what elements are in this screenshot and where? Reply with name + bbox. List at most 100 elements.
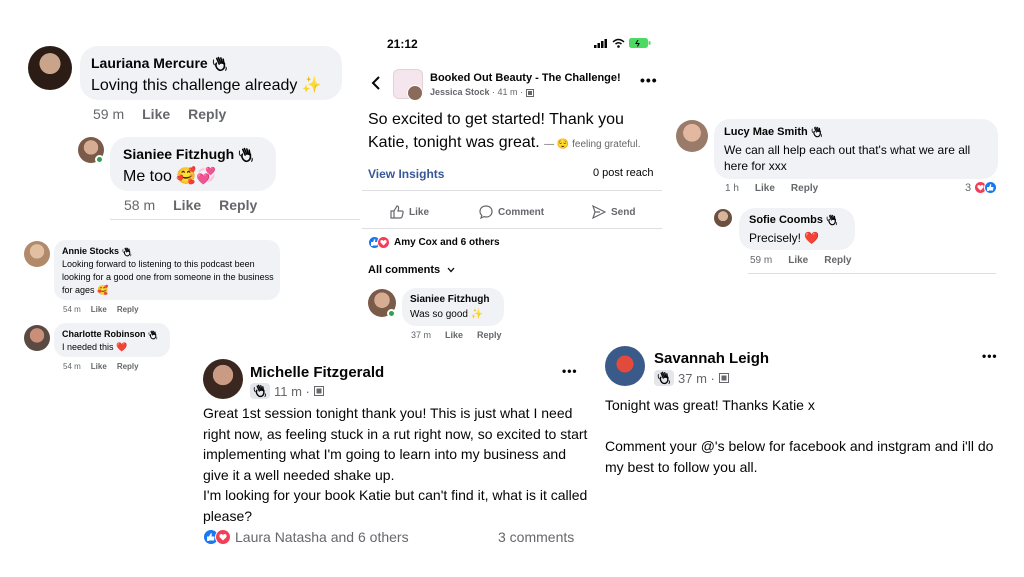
wave-hand-badge-icon [238,147,254,163]
comment-time: 37 m [411,330,432,340]
all-comments-filter[interactable]: All comments [368,264,455,276]
more-dots-icon[interactable]: ••• [640,72,658,88]
commenter-name[interactable]: Lauriana Mercure [91,55,228,72]
send-icon [592,205,606,219]
avatar[interactable] [714,209,732,227]
wave-hand-badge-icon [657,371,671,385]
post-author-line: Jessica Stock · 41 m · [430,87,534,97]
reactions-text: Amy Cox and 6 others [394,237,500,248]
like-link[interactable]: Like [91,305,107,314]
privacy-group-icon [525,88,534,97]
commenter-name[interactable]: Sianiee Fitzhugh [123,146,254,163]
like-action-button[interactable]: Like [390,205,429,219]
author-avatar[interactable] [407,85,423,101]
more-dots-icon[interactable]: ••• [562,364,578,378]
divider [362,190,662,191]
wave-hand-badge-icon [811,126,823,138]
like-thumb-icon [390,205,404,219]
back-chevron-icon[interactable] [371,76,381,90]
group-name[interactable]: Booked Out Beauty - The Challenge! [430,72,621,84]
love-reaction-icon [377,236,390,249]
post-time: 11 m · [274,383,310,399]
comment-text: Precisely! ❤️ [749,231,820,245]
comment-meta: 59 m Like Reply [750,255,869,266]
comment-time: 59 m [750,255,773,266]
wave-hand-badge-icon [148,330,158,340]
privacy-group-icon [718,373,729,383]
commenter-name[interactable]: Lucy Mae Smith [724,126,823,138]
post-reach: 0 post reach [593,167,654,179]
divider [748,273,996,274]
comment-text: Loving this challenge already ✨ [91,77,322,94]
wave-hand-badge-icon [212,56,228,72]
avatar[interactable] [676,120,708,152]
wave-hand-badge-icon [122,247,132,257]
reaction-summary[interactable]: Amy Cox and 6 others [368,236,500,249]
post-time: 37 m · [678,370,715,386]
reply-link[interactable]: Reply [791,183,818,194]
wave-hand-badge [250,383,270,399]
reply-link[interactable]: Reply [824,255,851,266]
reply-link[interactable]: Reply [188,106,226,122]
divider [362,228,662,229]
author-name[interactable]: Jessica Stock [430,87,490,97]
signal-icon [594,39,607,48]
reply-link[interactable]: Reply [117,362,139,371]
send-action-button[interactable]: Send [592,205,635,219]
privacy-group-icon [313,386,324,396]
like-link[interactable]: Like [173,197,201,213]
comment-meta: 58 m Like Reply [124,197,275,213]
comment-meta: 54 m Like Reply [63,362,157,371]
post-meta: 11 m · [250,383,324,399]
wave-hand-badge-icon [826,214,838,226]
like-reaction-icon [984,181,998,194]
comment-meta: 54 m Like Reply [63,305,157,314]
post-text: So excited to get started! Thank you Kat… [368,111,641,151]
like-link[interactable]: Like [755,183,775,194]
comment-action-button[interactable]: Comment [479,205,544,219]
reply-link[interactable]: Reply [477,330,502,340]
comment-reaction-count[interactable]: 3 [965,181,998,194]
post-text: Tonight was great! Thanks Katie x Commen… [605,397,994,475]
post-text: Great 1st session tonight thank you! Thi… [203,405,588,524]
online-status-dot [95,155,104,164]
reaction-summary[interactable]: Laura Natasha and 6 others [203,529,409,545]
comment-text: Me too 🥰💞 [123,168,217,185]
avatar[interactable] [203,359,243,399]
wifi-icon [612,38,625,48]
comment-time: 58 m [124,197,156,213]
like-link[interactable]: Like [445,330,463,340]
commenter-name[interactable]: Sianiee Fitzhugh [410,294,489,305]
post-time: 41 m [497,87,518,97]
comment-time: 59 m [93,106,125,122]
reply-link[interactable]: Reply [219,197,257,213]
like-link[interactable]: Like [788,255,808,266]
comment-meta: 1 h Like Reply [725,183,836,194]
comments-count[interactable]: 3 comments [498,529,574,545]
like-link[interactable]: Like [91,362,107,371]
comment-text: Was so good ✨ [410,309,484,320]
comment-icon [479,205,493,219]
avatar[interactable] [24,325,50,351]
more-dots-icon[interactable]: ••• [982,349,998,363]
comment-meta: 37 m Like Reply [411,330,520,340]
online-status-dot [387,309,396,318]
commenter-name[interactable]: Charlotte Robinson [62,329,158,340]
post-author-name[interactable]: Savannah Leigh [654,350,769,367]
comment-meta: 59 m Like Reply [93,106,244,122]
avatar[interactable] [24,241,50,267]
reply-link[interactable]: Reply [117,305,139,314]
post-author-name[interactable]: Michelle Fitzgerald [250,364,384,381]
like-link[interactable]: Like [142,106,170,122]
comment-text: I needed this ❤️ [62,342,128,352]
chevron-down-icon [447,267,455,273]
post-meta: 37 m · [654,370,729,386]
commenter-name[interactable]: Annie Stocks [62,246,132,257]
comment-time: 1 h [725,183,739,194]
wave-hand-badge [654,370,674,386]
commenter-name[interactable]: Sofie Coombs [749,214,838,226]
view-insights-link[interactable]: View Insights [368,167,444,181]
avatar[interactable] [605,346,645,386]
avatar[interactable] [28,46,72,90]
comment-text: We can all help each out that's what we … [724,143,971,173]
